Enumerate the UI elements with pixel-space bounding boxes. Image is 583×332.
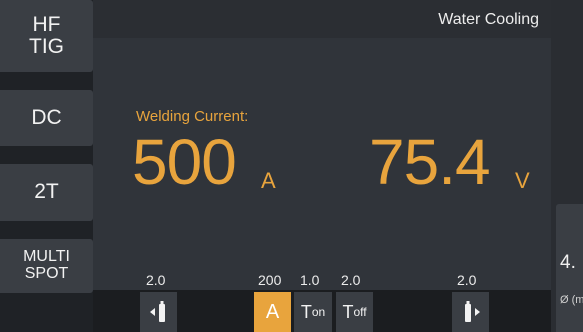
current-param-label: A <box>265 300 280 323</box>
voltage-unit: V <box>515 168 530 193</box>
dc-mode-button[interactable]: DC <box>0 90 93 146</box>
mode-label-line: TIG <box>29 35 64 58</box>
welding-current-label: Welding Current: <box>136 108 249 125</box>
post-gas-button[interactable] <box>452 292 489 332</box>
pre-gas-button[interactable] <box>140 292 177 332</box>
current-setting-value: 200 <box>258 272 282 288</box>
t-on-button[interactable]: Ton <box>294 292 332 332</box>
electrode-diameter-label: Ø (m <box>560 294 583 306</box>
t-off-button[interactable]: Toff <box>336 292 373 332</box>
mode-label-line: SPOT <box>24 265 69 282</box>
mode-label-line: 2T <box>34 180 59 204</box>
t-off-label: T <box>342 301 354 322</box>
pre-gas-icon <box>149 301 165 322</box>
post-gas-icon <box>464 301 480 322</box>
current-param-button[interactable]: A <box>254 292 291 332</box>
multi-spot-mode-button[interactable]: MULTI SPOT <box>0 239 93 293</box>
t-on-sub-label: on <box>311 305 326 319</box>
mode-label-line: DC <box>31 105 62 129</box>
mode-label-line: MULTI <box>23 248 70 266</box>
hf-tig-mode-button[interactable]: HF TIG <box>0 0 93 72</box>
t-off-sub-label: off <box>353 305 367 319</box>
water-cooling-status: Water Cooling <box>438 11 539 28</box>
t-off-value: 2.0 <box>341 272 361 288</box>
pre-gas-value: 2.0 <box>146 272 166 288</box>
t-on-value: 1.0 <box>300 272 320 288</box>
electrode-value: 4. <box>560 252 576 273</box>
current-unit: A <box>261 168 276 193</box>
current-readout: 500 <box>132 126 237 198</box>
2t-mode-button[interactable]: 2T <box>0 164 93 221</box>
post-gas-value: 2.0 <box>457 272 477 288</box>
t-on-label: T <box>300 301 312 322</box>
voltage-readout: 75.4 <box>369 126 491 198</box>
mode-label-line: HF <box>32 12 61 36</box>
